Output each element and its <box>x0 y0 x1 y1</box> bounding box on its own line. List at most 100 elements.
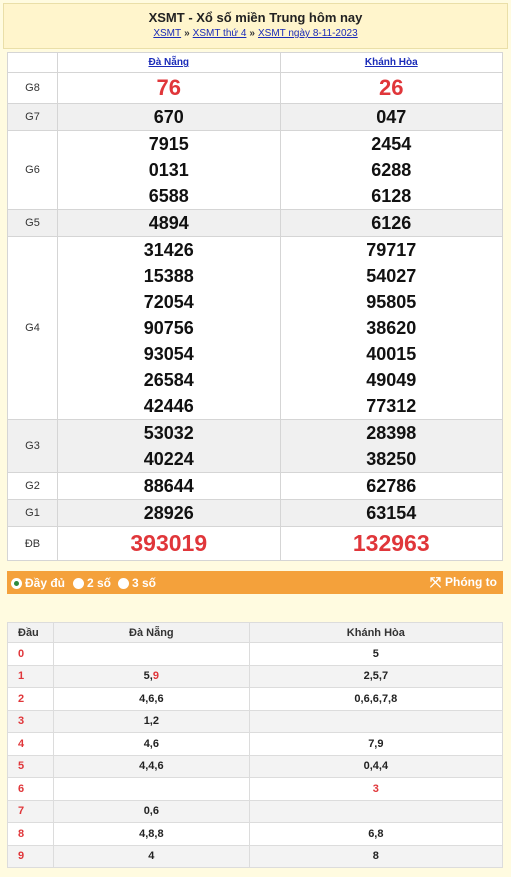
prize-cell: 7915 0131 6588 <box>57 130 281 210</box>
loto-tail-digits: 4,6,6 <box>53 687 250 711</box>
prize-number: 40015 <box>366 344 417 364</box>
loto-header-dau: Đầu <box>7 622 54 643</box>
results-header-row: Đà Nẵng Khánh Hòa <box>7 52 503 73</box>
prize-label: G7 <box>7 103 58 131</box>
prize-cell: 4894 <box>57 209 281 237</box>
prize-number: 2454 <box>371 134 412 154</box>
prize-cell: 6126 <box>279 209 503 237</box>
prize-number: 63154 <box>366 503 417 523</box>
province-link-khanh-hoa[interactable]: Khánh Hòa <box>365 57 418 68</box>
loto-row: 5 4,4,6 0,4,4 <box>7 754 504 778</box>
prize-number: 49049 <box>366 370 417 390</box>
loto-tail-digits: 5 <box>248 642 504 666</box>
prize-number: 670 <box>153 107 184 127</box>
option-two-digits[interactable]: 2 số <box>73 576 111 590</box>
loto-tail-digits: 4,6 <box>53 732 250 756</box>
province-link-da-nang[interactable]: Đà Nẵng <box>148 57 189 68</box>
loto-tail-digits: 3 <box>248 777 504 801</box>
loto-head-digit: 6 <box>7 777 54 801</box>
prize-label: G4 <box>7 236 58 420</box>
prize-number: 53032 <box>143 423 194 443</box>
prize-number: 6588 <box>148 186 189 206</box>
breadcrumb-xsmt-date[interactable]: XSMT ngày 8-11-2023 <box>258 28 358 39</box>
loto-header-da-nang: Đà Nẵng <box>53 622 250 643</box>
prize-row: G7 670 047 <box>7 103 503 131</box>
prize-row: G6 7915 0131 6588 2454 6288 6128 <box>7 130 503 210</box>
option-two-label: 2 số <box>87 576 112 590</box>
prize-cell: 62786 <box>279 472 503 500</box>
prize-number: 6126 <box>371 213 412 233</box>
prize-number: 4894 <box>148 213 189 233</box>
prize-cell: 28398 38250 <box>279 419 503 473</box>
prize-number: 31426 <box>143 240 194 260</box>
prize-number: 6288 <box>371 160 412 180</box>
loto-row: 63 <box>7 777 504 801</box>
prize-number: 0131 <box>148 160 189 180</box>
prize-label: G2 <box>7 472 58 500</box>
prize-number: 95805 <box>366 292 417 312</box>
special-tail-digit: 9 <box>152 670 159 683</box>
prize-number: 6128 <box>371 186 412 206</box>
prize-cell: 670 <box>57 103 281 131</box>
loto-row: 2 4,6,6 0,6,6,7,8 <box>7 687 504 711</box>
breadcrumb-xsmt[interactable]: XSMT <box>153 28 181 39</box>
prize-number: 77312 <box>366 396 417 416</box>
prize-row: G5 4894 6126 <box>7 209 503 237</box>
loto-tail-digits: 0,6,6,7,8 <box>248 687 504 711</box>
loto-row: 8 4,8,8 6,8 <box>7 822 504 846</box>
prize-number: 72054 <box>143 292 194 312</box>
prize-cell: 132963 <box>279 526 503 561</box>
prize-number: 88644 <box>143 476 194 496</box>
page-header: XSMT - Xổ số miền Trung hôm nay XSMT» XSM… <box>3 3 508 49</box>
prize-number: 54027 <box>366 266 417 286</box>
loto-header-khanh-hoa: Khánh Hòa <box>248 622 504 643</box>
loto-tail-digits: 5,9 <box>53 664 250 688</box>
prize-number: 90756 <box>143 318 194 338</box>
prize-number: 28926 <box>143 503 194 523</box>
prize-number: 15388 <box>143 266 194 286</box>
prize-label: G8 <box>7 72 58 104</box>
option-three-label: 3 số <box>132 576 157 590</box>
prize-cell: 88644 <box>57 472 281 500</box>
prize-label: G5 <box>7 209 58 237</box>
prize-row: G3 53032 40224 28398 38250 <box>7 419 503 473</box>
option-full[interactable]: Đầy đủ <box>11 576 65 590</box>
page-title: XSMT - Xổ số miền Trung hôm nay <box>148 10 363 25</box>
loto-tail-digits: 7,9 <box>248 732 504 756</box>
results-corner <box>7 52 58 73</box>
option-three-digits[interactable]: 3 số <box>118 576 156 590</box>
prize-cell: 047 <box>279 103 503 131</box>
prize-number: 26584 <box>143 370 194 390</box>
prize-cell: 53032 40224 <box>57 419 281 473</box>
prize-label: ĐB <box>7 526 58 561</box>
loto-tail-digits: 0,4,4 <box>248 754 504 778</box>
loto-row: 948 <box>7 844 504 868</box>
prize-row: G8 76 26 <box>7 72 503 104</box>
breadcrumb-xsmt-thu4[interactable]: XSMT thứ 4 <box>193 28 247 39</box>
radio-full[interactable] <box>11 577 22 589</box>
province-header: Đà Nẵng <box>57 52 281 73</box>
loto-head-digit: 3 <box>7 709 54 733</box>
loto-row: 4 4,6 7,9 <box>7 732 504 756</box>
prize-number: 79717 <box>366 240 417 260</box>
loto-tail-digits: 2,5,7 <box>248 664 504 688</box>
prize-number: 393019 <box>130 530 208 556</box>
loto-head-digit: 8 <box>7 822 54 846</box>
radio-three-digits[interactable] <box>118 577 129 589</box>
radio-two-digits[interactable] <box>73 577 84 589</box>
loto-row: 3 1,2 <box>7 709 504 733</box>
loto-tail-digits: 6,8 <box>248 822 504 846</box>
loto-tail-digits <box>53 777 250 801</box>
loto-head-digit: 2 <box>7 687 54 711</box>
zoom-button[interactable]: ⤧ Phóng to <box>430 575 497 589</box>
prize-number: 28398 <box>366 423 417 443</box>
loto-tail-digits <box>53 642 250 666</box>
loto-tail-digits: 4 <box>53 844 250 868</box>
prize-cell: 28926 <box>57 499 281 527</box>
expand-icon: ⤧ <box>429 574 442 590</box>
prize-cell: 79717 54027 95805 38620 40015 49049 77312 <box>279 236 503 420</box>
loto-tail-digits <box>248 709 504 733</box>
prize-label: G3 <box>7 419 58 473</box>
loto-head-digit: 1 <box>7 664 54 688</box>
prize-number: 38620 <box>366 318 417 338</box>
